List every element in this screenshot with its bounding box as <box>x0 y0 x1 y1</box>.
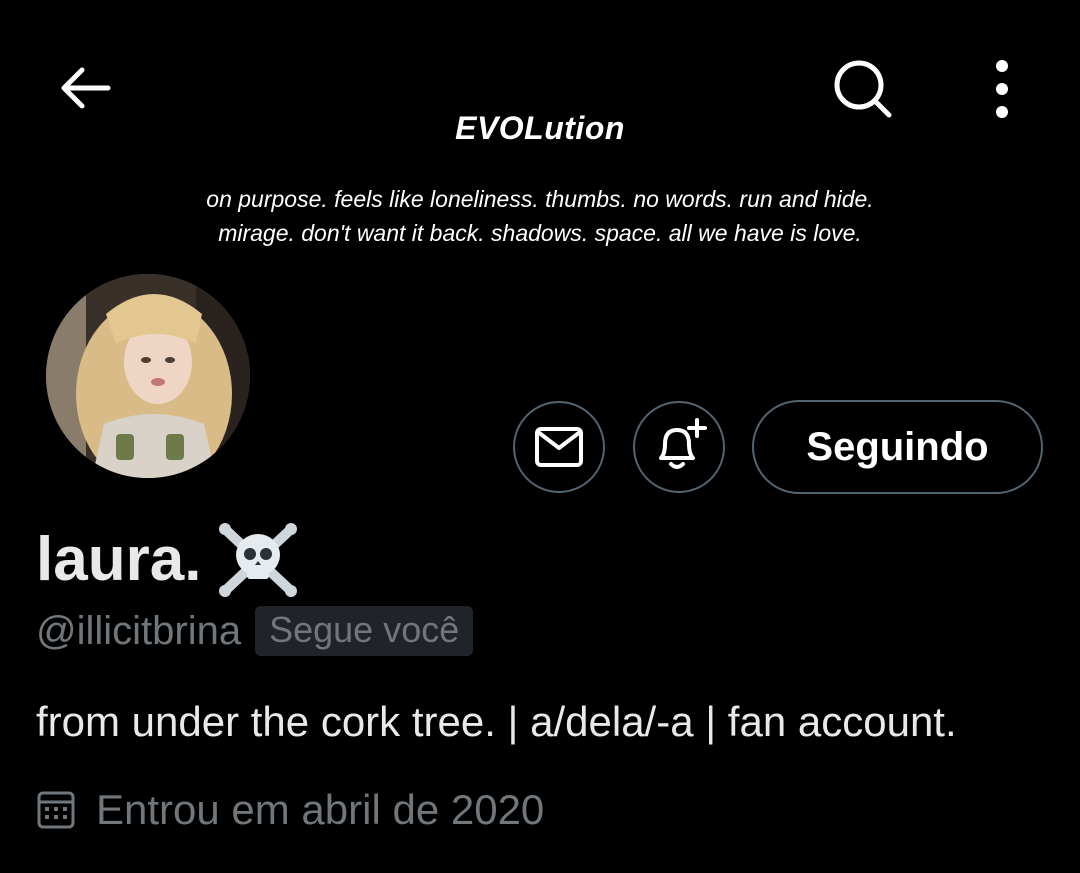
banner-subtitle: on purpose. feels like loneliness. thumb… <box>140 182 940 250</box>
more-options-button[interactable] <box>972 54 1032 124</box>
avatar-photo <box>46 274 250 478</box>
banner-subtitle-line: on purpose. feels like loneliness. thumb… <box>206 186 874 212</box>
user-handle: @illicitbrina <box>36 608 242 653</box>
banner-title: EVOLution <box>455 110 625 146</box>
joined-date: Entrou em abril de 2020 <box>96 786 545 833</box>
avatar[interactable] <box>42 270 254 482</box>
arrow-left-icon <box>61 67 111 109</box>
profile-bio: from under the cork tree. | a/dela/-a | … <box>36 698 957 745</box>
display-name-text: laura. <box>36 525 202 594</box>
more-vertical-icon <box>996 60 1008 118</box>
message-button[interactable] <box>513 401 605 493</box>
handle-row: @illicitbrina Segue você <box>36 606 474 656</box>
joined-date-row: Entrou em abril de 2020 <box>36 786 544 834</box>
skull-crossbones-icon <box>219 523 298 597</box>
search-icon <box>834 60 892 118</box>
following-button[interactable]: Seguindo <box>752 400 1043 494</box>
banner-subtitle-line: mirage. don't want it back. shadows. spa… <box>218 220 862 246</box>
notifications-button[interactable] <box>633 401 725 493</box>
envelope-icon <box>535 427 583 467</box>
display-name: laura. <box>36 520 298 600</box>
back-button[interactable] <box>52 58 116 118</box>
search-button[interactable] <box>828 54 898 124</box>
calendar-icon <box>37 791 75 829</box>
avatar-illustration <box>46 274 250 478</box>
follows-you-badge: Segue você <box>255 606 474 656</box>
bell-plus-icon <box>659 418 707 469</box>
